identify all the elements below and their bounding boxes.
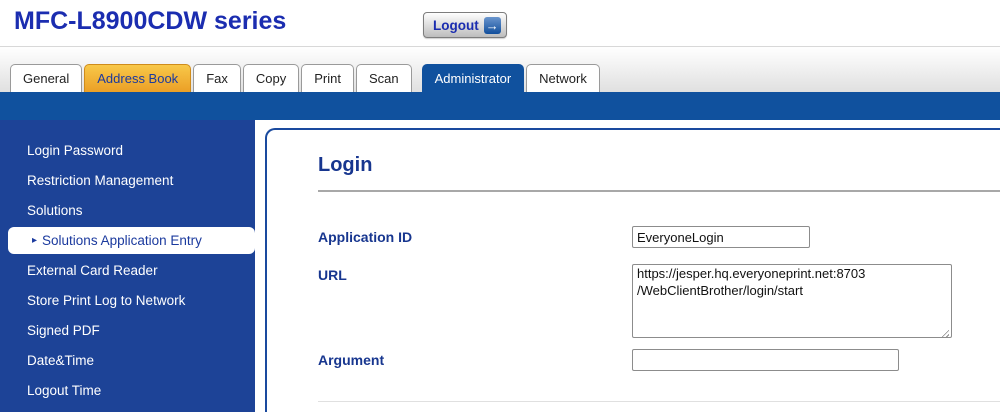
sidebar-item-solutions[interactable]: Solutions: [0, 196, 255, 226]
url-textarea[interactable]: [632, 264, 952, 338]
logout-button-label: Logout: [433, 18, 479, 33]
bottom-divider: [318, 401, 1000, 402]
tab-strip: GeneralAddress BookFaxCopyPrintScan Admin…: [0, 47, 1000, 92]
sidebar-item-label: Logout Time: [27, 383, 101, 398]
tab-bar: GeneralAddress BookFaxCopyPrintScan Admin…: [10, 64, 600, 92]
sidebar-item-date-time[interactable]: Date&Time: [0, 346, 255, 376]
sidebar-item-label: Login Password: [27, 143, 123, 158]
tab-copy[interactable]: Copy: [243, 64, 299, 92]
argument-input[interactable]: [632, 349, 899, 371]
sidebar-item-label: Signed PDF: [27, 323, 100, 338]
tab-fax[interactable]: Fax: [193, 64, 241, 92]
sidebar-item-label: Store Print Log to Network: [27, 293, 185, 308]
content-band: [0, 92, 1000, 120]
content-panel: Login Application ID URL Argument: [265, 128, 1000, 412]
tab-network[interactable]: Network: [526, 64, 600, 92]
tab-print[interactable]: Print: [301, 64, 354, 92]
sidebar-item-label: Solutions: [27, 203, 83, 218]
page-title: MFC-L8900CDW series: [14, 7, 286, 36]
field-label-application-id: Application ID: [318, 226, 632, 248]
sidebar-item-label: Date&Time: [27, 353, 94, 368]
sidebar-item-label: Solutions Application Entry: [42, 227, 202, 254]
content-area: Login Application ID URL Argument: [255, 120, 1000, 412]
sidebar-item-login-password[interactable]: Login Password: [0, 136, 255, 166]
sidebar-item-label: Restriction Management: [27, 173, 173, 188]
sidebar-item-external-card-reader[interactable]: External Card Reader: [0, 256, 255, 286]
logout-button[interactable]: Logout →: [423, 12, 507, 38]
sidebar-item-signed-pdf[interactable]: Signed PDF: [0, 316, 255, 346]
section-divider: [318, 190, 1000, 192]
sidebar-item-logout-time[interactable]: Logout Time: [0, 376, 255, 406]
field-row-argument: Argument: [318, 349, 899, 371]
field-row-application-id: Application ID: [318, 226, 810, 248]
active-item-arrow-icon: ▸: [32, 227, 37, 254]
application-id-input[interactable]: [632, 226, 810, 248]
tab-scan[interactable]: Scan: [356, 64, 412, 92]
sidebar-item-label: External Card Reader: [27, 263, 158, 278]
field-label-url: URL: [318, 264, 632, 286]
sidebar-item-restriction-management[interactable]: Restriction Management: [0, 166, 255, 196]
sidebar-item-store-print-log-to-network[interactable]: Store Print Log to Network: [0, 286, 255, 316]
sidebar-nav: Login Password Restriction Management Solu…: [0, 120, 255, 412]
tab-administrator[interactable]: Administrator: [422, 64, 525, 92]
brother-web-admin-page: MFC-L8900CDW series Logout → GeneralAddr…: [0, 0, 1000, 412]
tab-general[interactable]: General: [10, 64, 82, 92]
field-row-url: URL: [318, 264, 952, 343]
arrow-right-icon: →: [484, 17, 501, 34]
sidebar-item-solutions-application-entry[interactable]: ▸Solutions Application Entry: [8, 227, 255, 254]
field-label-argument: Argument: [318, 349, 632, 371]
tab-address-book[interactable]: Address Book: [84, 64, 191, 92]
url-textarea-wrap: [632, 264, 952, 343]
section-heading: Login: [318, 154, 372, 177]
